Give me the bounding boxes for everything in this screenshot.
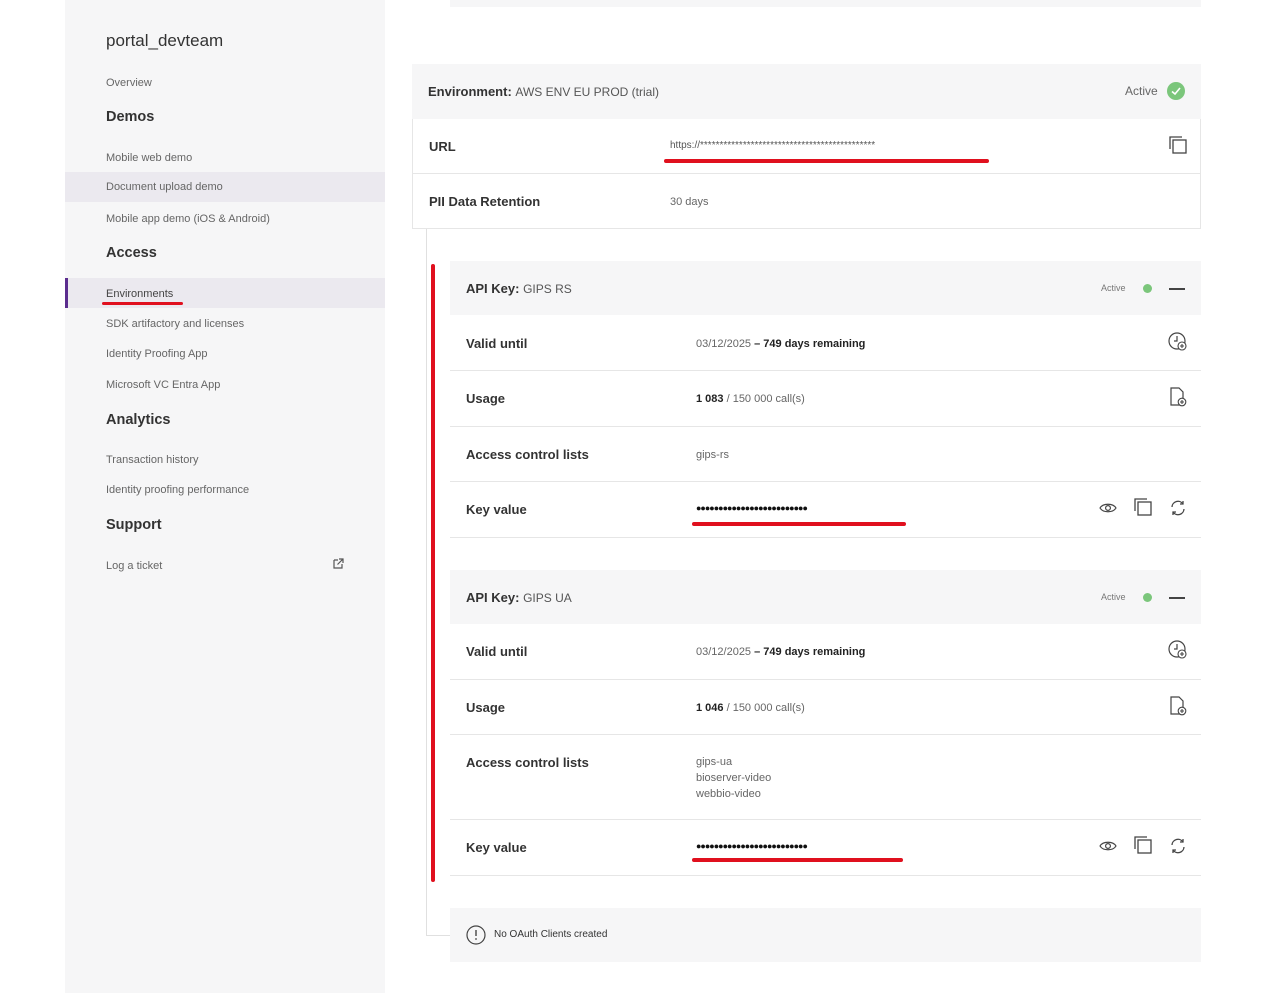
- key-value-label: Key value: [466, 502, 527, 517]
- copy-icon[interactable]: [1133, 835, 1153, 855]
- sidebar-item-document-upload-demo[interactable]: Document upload demo: [106, 181, 223, 193]
- sidebar-item-log-ticket[interactable]: Log a ticket: [106, 560, 162, 572]
- api-key-name: GIPS UA: [523, 591, 572, 605]
- acl-row: Access control lists gips-ua bioserver-v…: [450, 735, 1201, 820]
- valid-until-label: Valid until: [466, 644, 528, 659]
- section-support: Support: [106, 517, 162, 533]
- api-key-header-gips-ua[interactable]: API Key: GIPS UA Active: [450, 570, 1201, 624]
- add-quota-icon[interactable]: [1168, 696, 1188, 716]
- environment-retention-row: PII Data Retention 30 days: [412, 174, 1201, 229]
- add-quota-icon[interactable]: [1168, 387, 1188, 407]
- acl-item: gips-ua: [696, 756, 733, 768]
- valid-until-value: 03/12/2025 – 749 days remaining: [696, 646, 866, 658]
- oauth-message: No OAuth Clients created: [494, 929, 608, 940]
- collapse-icon[interactable]: [1169, 288, 1185, 290]
- previous-card-bottom: [450, 0, 1201, 7]
- sidebar-item-transaction-history[interactable]: Transaction history: [106, 454, 199, 466]
- url-label: URL: [429, 139, 456, 154]
- oauth-clients-notice: No OAuth Clients created: [450, 908, 1201, 962]
- eye-icon[interactable]: [1099, 839, 1117, 853]
- external-link-icon[interactable]: [333, 558, 344, 569]
- usage-row: Usage 1 046 / 150 000 call(s): [450, 680, 1201, 735]
- status-dot: [1143, 593, 1152, 602]
- api-key-header-gips-rs[interactable]: API Key: GIPS RS Active: [450, 261, 1201, 315]
- acl-item: webbio-video: [696, 788, 761, 800]
- usage-row: Usage 1 083 / 150 000 call(s): [450, 371, 1201, 427]
- api-key-label: API Key: GIPS UA: [466, 590, 572, 605]
- usage-label: Usage: [466, 700, 506, 715]
- clock-extend-icon[interactable]: [1168, 640, 1188, 660]
- key-value-masked: ●●●●●●●●●●●●●●●●●●●●●●●●●: [696, 841, 808, 851]
- section-demos: Demos: [106, 109, 155, 125]
- environment-header: Environment: AWS ENV EU PROD (trial) Act…: [412, 64, 1201, 119]
- valid-until-row: Valid until 03/12/2025 – 749 days remain…: [450, 624, 1201, 680]
- regenerate-icon[interactable]: [1169, 499, 1187, 517]
- portal-title: portal_devteam: [106, 31, 224, 50]
- api-key-label: API Key: GIPS RS: [466, 281, 572, 296]
- environment-status: Active: [1125, 84, 1158, 98]
- annotation-underline-url: [664, 159, 989, 163]
- sidebar-item-overview[interactable]: Overview: [106, 77, 152, 89]
- valid-until-row: Valid until 03/12/2025 – 749 days remain…: [450, 316, 1201, 371]
- key-value-row: Key value ●●●●●●●●●●●●●●●●●●●●●●●●●: [450, 482, 1201, 538]
- annotation-underline-environments: [102, 302, 183, 305]
- key-value-label: Key value: [466, 840, 527, 855]
- sidebar-item-identity-proofing-app[interactable]: Identity Proofing App: [106, 348, 208, 360]
- clock-extend-icon[interactable]: [1168, 332, 1188, 352]
- retention-value: 30 days: [670, 196, 709, 208]
- valid-until-value: 03/12/2025 – 749 days remaining: [696, 338, 866, 350]
- sidebar-item-identity-proofing-performance[interactable]: Identity proofing performance: [106, 484, 249, 496]
- sidebar-item-mobile-app-demo[interactable]: Mobile app demo (iOS & Android): [106, 213, 270, 225]
- section-access: Access: [106, 245, 157, 261]
- acl-row: Access control lists gips-rs: [450, 427, 1201, 482]
- acl-label: Access control lists: [466, 755, 589, 770]
- usage-label: Usage: [466, 391, 506, 406]
- api-key-status: Active: [1101, 283, 1126, 293]
- api-key-status: Active: [1101, 592, 1126, 602]
- sidebar-item-mobile-web-demo[interactable]: Mobile web demo: [106, 152, 192, 164]
- url-value: https://********************************…: [670, 140, 876, 151]
- environment-url-row: URL https://****************************…: [412, 119, 1201, 174]
- sidebar-item-microsoft-vc[interactable]: Microsoft VC Entra App: [106, 379, 220, 391]
- key-value-masked: ●●●●●●●●●●●●●●●●●●●●●●●●●: [696, 503, 808, 513]
- collapse-icon[interactable]: [1169, 597, 1185, 599]
- regenerate-icon[interactable]: [1169, 837, 1187, 855]
- sidebar: portal_devteam Overview Demos Mobile web…: [65, 0, 385, 993]
- acl-item: bioserver-video: [696, 772, 772, 784]
- annotation-vertical-bar: [431, 264, 435, 882]
- sidebar-item-sdk-artifactory[interactable]: SDK artifactory and licenses: [106, 318, 244, 330]
- copy-icon[interactable]: [1133, 497, 1153, 517]
- environment-name: AWS ENV EU PROD (trial): [515, 85, 659, 99]
- retention-label: PII Data Retention: [429, 194, 541, 209]
- acl-label: Access control lists: [466, 447, 589, 462]
- usage-value: 1 083 / 150 000 call(s): [696, 393, 805, 405]
- active-indicator: [65, 278, 68, 308]
- key-value-row: Key value ●●●●●●●●●●●●●●●●●●●●●●●●●: [450, 820, 1201, 876]
- valid-until-label: Valid until: [466, 336, 528, 351]
- info-icon: [466, 925, 486, 945]
- sidebar-item-environments[interactable]: Environments: [106, 288, 173, 300]
- api-key-name: GIPS RS: [523, 282, 572, 296]
- environment-label: Environment: AWS ENV EU PROD (trial): [428, 84, 659, 99]
- eye-icon[interactable]: [1099, 501, 1117, 515]
- acl-item: gips-rs: [696, 449, 730, 461]
- tree-connector: [426, 229, 451, 936]
- check-circle-icon: [1167, 82, 1185, 100]
- status-dot: [1143, 284, 1152, 293]
- copy-icon[interactable]: [1168, 135, 1188, 155]
- usage-value: 1 046 / 150 000 call(s): [696, 702, 805, 714]
- annotation-underline-key: [692, 858, 903, 862]
- annotation-underline-key: [692, 522, 906, 526]
- section-analytics: Analytics: [106, 412, 171, 428]
